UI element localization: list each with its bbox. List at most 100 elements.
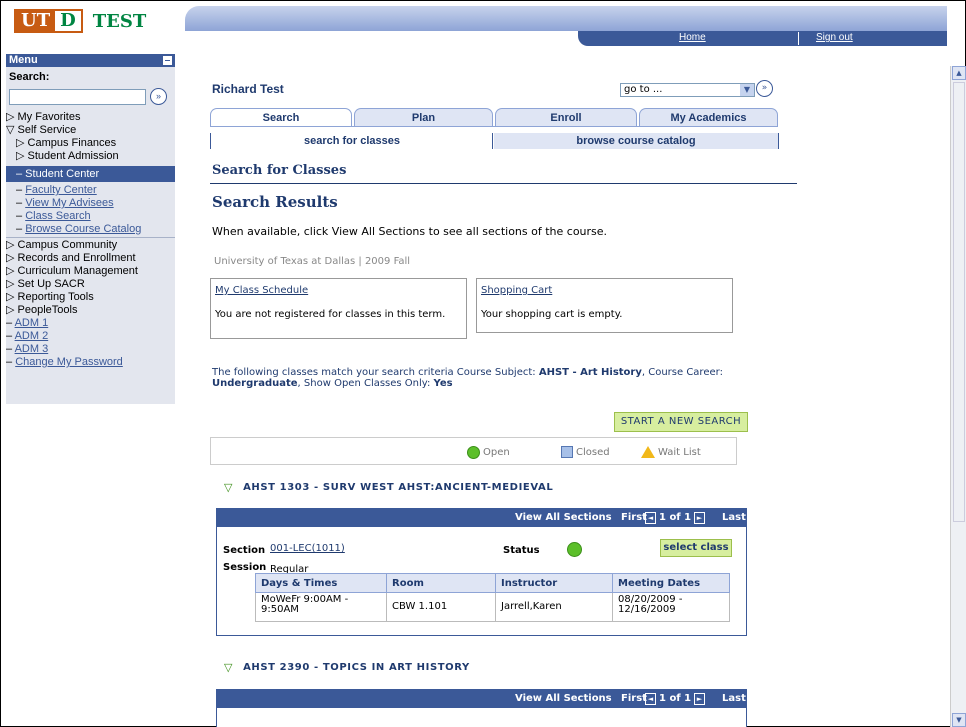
col-days-times: Days & Times (255, 573, 387, 593)
utd-logo-mark: UT D (14, 9, 83, 33)
sidebar-item-adm1[interactable]: ADM 1 (15, 317, 49, 329)
course-title-text: AHST 1303 - SURV WEST AHST:ANCIENT-MEDIE… (243, 482, 554, 493)
page-title: Search for Classes (212, 163, 347, 178)
waitlist-status-icon (641, 446, 655, 458)
legend-open-label: Open (483, 447, 510, 458)
tab-plan[interactable]: Plan (354, 108, 493, 126)
cell-instructor: Jarrell,Karen (495, 592, 613, 622)
next-arrow-icon[interactable]: ► (694, 693, 705, 705)
vertical-scrollbar[interactable]: ▲ ▼ (950, 66, 966, 727)
scroll-thumb[interactable] (953, 82, 965, 522)
select-class-button[interactable]: select class (660, 539, 732, 557)
section-link[interactable]: 001-LEC(1011) (270, 543, 345, 554)
term-text: University of Texas at Dallas | 2009 Fal… (214, 256, 411, 267)
status-label: Status (503, 545, 540, 556)
tab-my-academics[interactable]: My Academics (639, 108, 778, 126)
utd-logo: UT D TEST (14, 9, 146, 33)
signout-link[interactable]: Sign out (816, 32, 853, 43)
sidebar-item-peopletools[interactable]: PeopleTools (18, 304, 78, 316)
open-status-icon (567, 542, 582, 557)
minimize-icon[interactable] (163, 56, 172, 65)
shopping-cart-box: Shopping Cart Your shopping cart is empt… (476, 278, 733, 333)
user-name: Richard Test (212, 82, 284, 96)
scroll-down-icon[interactable]: ▼ (952, 713, 966, 727)
subtab-divider (492, 133, 493, 149)
subtab-divider (210, 133, 211, 149)
goto-select-value: go to ... (624, 84, 663, 95)
sidebar-item-set-up-sacr[interactable]: Set Up SACR (18, 278, 85, 290)
menu-search-input[interactable] (9, 89, 146, 105)
sidebar-item-student-center[interactable]: – Student Center (6, 166, 175, 182)
menu-search-label: Search: (9, 71, 50, 83)
sidebar-item-adm3[interactable]: ADM 3 (15, 343, 49, 355)
next-arrow-icon[interactable]: ► (694, 512, 705, 524)
col-meeting-dates: Meeting Dates (612, 573, 730, 593)
top-banner (185, 6, 947, 31)
sidebar-item-view-my-advisees[interactable]: View My Advisees (25, 197, 113, 209)
sidebar-item-campus-finances[interactable]: ▷ Campus Finances (16, 137, 116, 150)
tab-underline (210, 126, 778, 127)
section-label: Section (223, 545, 266, 556)
view-all-sections-link[interactable]: View All Sections (515, 693, 612, 704)
col-instructor: Instructor (495, 573, 613, 593)
class-schedule-box: My Class Schedule You are not registered… (210, 278, 467, 339)
table-row: MoWeFr 9:00AM - 9:50AM CBW 1.101 Jarrell… (255, 592, 730, 622)
sidebar-item-campus-community[interactable]: Campus Community (18, 239, 118, 251)
criteria-career-label: Course Career: (648, 367, 723, 378)
shopping-cart-link[interactable]: Shopping Cart (481, 285, 552, 296)
course-title-text: AHST 2390 - TOPICS IN ART HISTORY (243, 662, 470, 673)
sidebar-item-change-password[interactable]: Change My Password (15, 356, 123, 368)
subtab-search-for-classes[interactable]: search for classes (212, 133, 492, 149)
chevron-down-icon[interactable]: ▼ (740, 84, 754, 96)
sidebar-item-faculty-center[interactable]: Faculty Center (25, 184, 97, 196)
goto-go-icon[interactable]: » (756, 80, 773, 97)
sidebar-item-reporting-tools[interactable]: Reporting Tools (18, 291, 94, 303)
menu-divider (6, 237, 175, 238)
nav-count: 1 of 1 (659, 512, 692, 523)
legend-waitlist-label: Wait List (658, 446, 701, 458)
sidebar-item-student-admission[interactable]: ▷ Student Admission (16, 150, 119, 163)
scroll-up-icon[interactable]: ▲ (952, 66, 966, 80)
course-title[interactable]: ▽ AHST 1303 - SURV WEST AHST:ANCIENT-MED… (224, 481, 553, 494)
my-class-schedule-link[interactable]: My Class Schedule (215, 285, 308, 296)
view-all-sections-link[interactable]: View All Sections (515, 512, 612, 523)
sidebar-item-class-search[interactable]: Class Search (25, 210, 90, 222)
prev-arrow-icon[interactable]: ◄ (645, 512, 656, 524)
cell-meeting-dates: 08/20/2009 - 12/16/2009 (612, 592, 730, 622)
section-panel: View All Sections First ◄ 1 of 1 ► Last … (216, 508, 747, 636)
sidebar-item-my-favorites[interactable]: ▷ My Favorites (6, 111, 80, 124)
open-status-icon (467, 446, 480, 459)
section-panel: View All Sections First ◄ 1 of 1 ► Last (216, 689, 747, 727)
subtab-divider (778, 133, 779, 149)
sidebar-item-adm2[interactable]: ADM 2 (15, 330, 49, 342)
legend-closed-label: Closed (576, 446, 610, 458)
sidebar-item-records-enrollment[interactable]: Records and Enrollment (18, 252, 136, 264)
session-label: Session (223, 562, 267, 573)
logo-test-text: TEST (92, 10, 147, 32)
criteria-career: Undergraduate (212, 378, 298, 389)
sidebar-item-self-service[interactable]: ▽ Self Service (6, 124, 76, 137)
criteria-subject: AHST - Art History (538, 367, 642, 378)
sidebar-item-curriculum-management[interactable]: Curriculum Management (18, 265, 138, 277)
course-title[interactable]: ▽ AHST 2390 - TOPICS IN ART HISTORY (224, 661, 470, 674)
search-criteria: The following classes match your search … (212, 367, 723, 389)
cell-room: CBW 1.101 (386, 592, 496, 622)
title-underline (210, 183, 797, 184)
sidebar: Search: » ▷ My Favorites ▽ Self Service … (6, 67, 175, 404)
collapse-triangle-icon[interactable]: ▽ (224, 661, 233, 674)
subtab-browse-course-catalog[interactable]: browse course catalog (494, 133, 778, 149)
prev-arrow-icon[interactable]: ◄ (645, 693, 656, 705)
page-subtitle: Search Results (212, 193, 338, 211)
nav-separator (798, 32, 799, 45)
home-link[interactable]: Home (679, 32, 706, 43)
search-go-icon[interactable]: » (150, 88, 167, 105)
tab-search[interactable]: Search (210, 108, 352, 126)
sidebar-item-browse-course-catalog[interactable]: Browse Course Catalog (25, 223, 141, 235)
nav-first-label: First (621, 693, 647, 704)
goto-select[interactable]: go to ... ▼ (620, 83, 755, 97)
criteria-open-label: Show Open Classes Only: (303, 378, 431, 389)
nav-last-label: Last (722, 512, 746, 523)
tab-enroll[interactable]: Enroll (495, 108, 637, 126)
start-new-search-button[interactable]: START A NEW SEARCH (614, 412, 748, 432)
collapse-triangle-icon[interactable]: ▽ (224, 481, 233, 494)
